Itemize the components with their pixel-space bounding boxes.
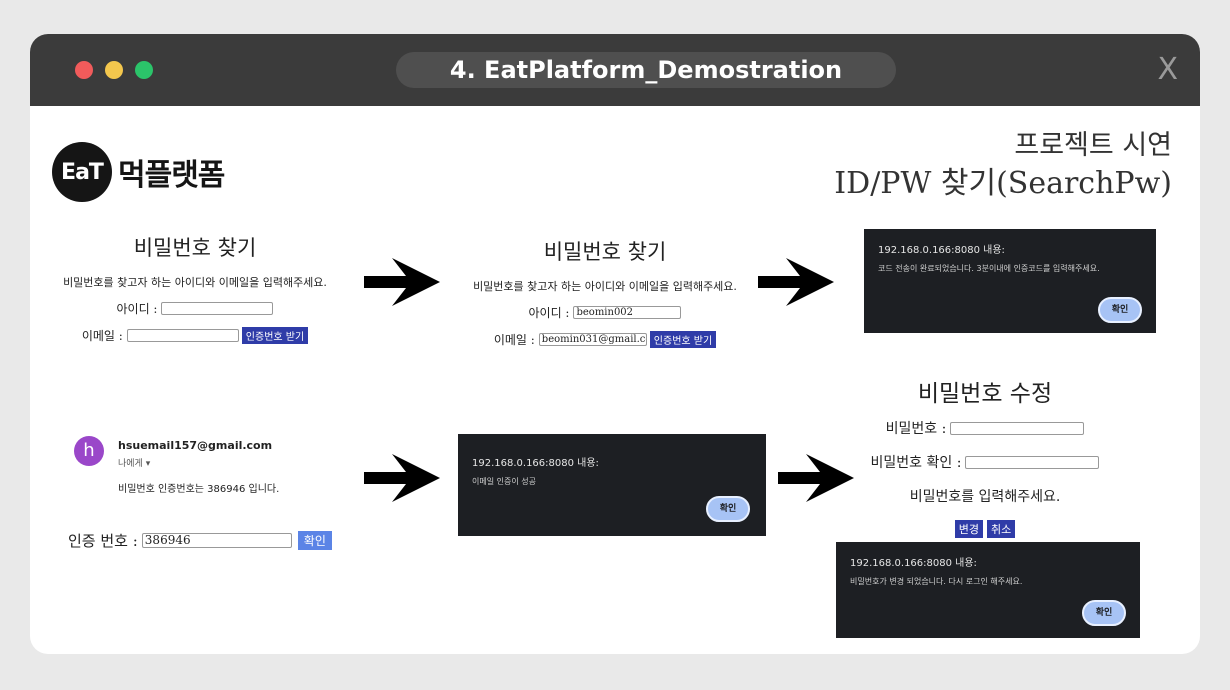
change-pw-actions: 변경 취소 xyxy=(850,520,1120,538)
slide-heading: 프로젝트 시연 ID/PW 찾기(SearchPw) xyxy=(834,128,1172,204)
heading-line-1: 프로젝트 시연 xyxy=(1014,130,1172,161)
email-input[interactable] xyxy=(126,329,239,342)
pw-label: 비밀번호 : xyxy=(885,421,947,437)
id-row: 아이디 : xyxy=(60,300,330,317)
cancel-button[interactable]: 취소 xyxy=(987,520,1016,538)
id-label: 아이디 : xyxy=(116,302,158,316)
dialog-message: 코드 전송이 완료되었습니다. 3분이내에 인증코드를 입력해주세요. xyxy=(878,264,1100,273)
brand-logo: EaT 먹플랫폼 xyxy=(52,142,225,202)
dialog-ok-button[interactable]: 확인 xyxy=(1098,297,1142,323)
slide-content: EaT 먹플랫폼 프로젝트 시연 ID/PW 찾기(SearchPw) 비밀번호… xyxy=(30,106,1200,654)
send-code-button[interactable]: 인증번호 받기 xyxy=(241,327,309,344)
alert-dialog-code-sent: 192.168.0.166:8080 내용: 코드 전송이 완료되었습니다. 3… xyxy=(864,229,1156,333)
id-input[interactable] xyxy=(161,302,274,315)
pw-hint: 비밀번호를 입력해주세요. xyxy=(909,489,1061,505)
id-label: 아이디 : xyxy=(528,306,570,320)
arrow-right-icon xyxy=(758,258,834,306)
mail-sender: hsuemail157@gmail.com xyxy=(118,439,273,452)
email-row: 이메일 : 인증번호 받기 xyxy=(60,327,330,344)
dialog-ok-button[interactable]: 확인 xyxy=(706,496,750,522)
logo-mark: EaT xyxy=(52,142,112,202)
close-dot-icon[interactable] xyxy=(75,61,93,79)
email-row: 이메일 : beomin031@gmail.com 인증번호 받기 xyxy=(470,331,740,348)
send-code-button[interactable]: 인증번호 받기 xyxy=(649,331,717,348)
arrow-right-icon xyxy=(778,454,854,502)
pw-row: 비밀번호 : xyxy=(850,418,1120,438)
id-row: 아이디 : beomin002 xyxy=(470,304,740,321)
form-desc: 비밀번호를 찾고자 하는 아이디와 이메일을 입력해주세요. xyxy=(63,276,327,289)
dialog-title: 192.168.0.166:8080 내용: xyxy=(472,458,599,469)
form-title: 비밀번호 찾기 xyxy=(543,240,667,264)
title-bar: 4. EatPlatform_Demostration X xyxy=(30,34,1200,106)
arrow-right-icon xyxy=(364,258,440,306)
dialog-ok-button[interactable]: 확인 xyxy=(1082,600,1126,626)
dialog-message: 이메일 인증이 성공 xyxy=(472,477,536,486)
id-input[interactable]: beomin002 xyxy=(573,306,682,319)
arrow-right-icon xyxy=(364,454,440,502)
alert-dialog-pw-changed: 192.168.0.166:8080 내용: 비밀번호가 변경 되었습니다. 다… xyxy=(836,542,1140,638)
mail-recipient[interactable]: 나에게 ▾ xyxy=(118,456,150,469)
window-title: 4. EatPlatform_Demostration xyxy=(396,52,896,88)
form-title: 비밀번호 수정 xyxy=(917,381,1053,407)
email-input[interactable]: beomin031@gmail.com xyxy=(538,333,647,346)
form-title: 비밀번호 찾기 xyxy=(133,236,257,260)
close-icon[interactable]: X xyxy=(1157,50,1178,90)
mail-body: 비밀번호 인증번호는 386946 입니다. xyxy=(118,484,280,495)
pw-input[interactable] xyxy=(950,421,1085,435)
email-label: 이메일 : xyxy=(81,329,123,343)
code-entry-row: 인증 번호 : 386946 확인 xyxy=(68,530,332,551)
change-pw-form: 비밀번호 수정 비밀번호 : 비밀번호 확인 : 비밀번호를 입력해주세요. 변… xyxy=(850,374,1120,548)
email-label: 이메일 : xyxy=(493,333,535,347)
pw-confirm-label: 비밀번호 확인 : xyxy=(870,455,962,471)
find-pw-form-filled: 비밀번호 찾기 비밀번호를 찾고자 하는 아이디와 이메일을 입력해주세요. 아… xyxy=(470,236,740,358)
code-input[interactable]: 386946 xyxy=(141,533,292,548)
maximize-dot-icon[interactable] xyxy=(135,61,153,79)
dialog-message: 비밀번호가 변경 되었습니다. 다시 로그인 해주세요. xyxy=(850,577,1023,586)
heading-line-2: ID/PW 찾기(SearchPw) xyxy=(834,166,1172,201)
code-label: 인증 번호 : xyxy=(68,532,138,550)
pw-confirm-input[interactable] xyxy=(965,455,1100,469)
pw-confirm-row: 비밀번호 확인 : xyxy=(850,452,1120,472)
confirm-code-button[interactable]: 확인 xyxy=(297,531,332,550)
minimize-dot-icon[interactable] xyxy=(105,61,123,79)
alert-dialog-email-verified: 192.168.0.166:8080 내용: 이메일 인증이 성공 확인 xyxy=(458,434,766,536)
change-button[interactable]: 변경 xyxy=(954,520,983,538)
dialog-title: 192.168.0.166:8080 내용: xyxy=(878,245,1005,256)
avatar: h xyxy=(74,436,104,466)
logo-text: 먹플랫폼 xyxy=(118,158,225,193)
form-desc: 비밀번호를 찾고자 하는 아이디와 이메일을 입력해주세요. xyxy=(473,280,737,293)
app-window: 4. EatPlatform_Demostration X EaT 먹플랫폼 프… xyxy=(30,34,1200,654)
dialog-title: 192.168.0.166:8080 내용: xyxy=(850,558,977,569)
find-pw-form-empty: 비밀번호 찾기 비밀번호를 찾고자 하는 아이디와 이메일을 입력해주세요. 아… xyxy=(60,232,330,354)
